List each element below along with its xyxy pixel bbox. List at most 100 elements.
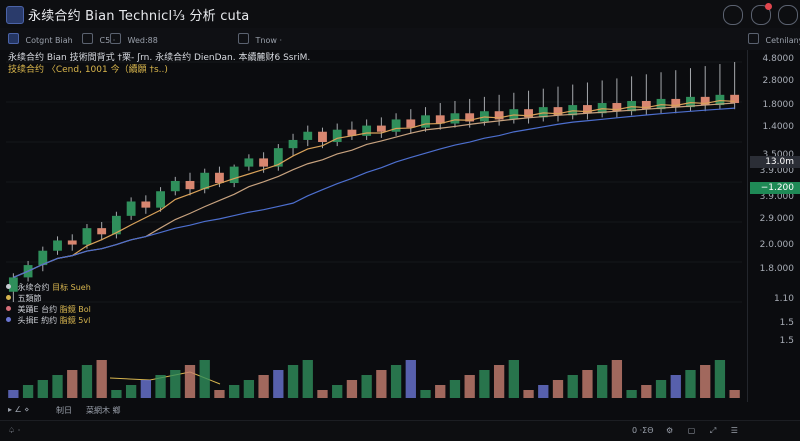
footer-left[interactable]: ♤ · (8, 426, 20, 435)
price-tick-label: 1.8000 (762, 100, 795, 110)
volume-bar (700, 365, 711, 398)
volume-bar (508, 360, 519, 398)
volume-bar (140, 380, 151, 398)
footer-window-icon[interactable]: ▢ (688, 426, 696, 435)
candle-body (53, 240, 62, 251)
footer-expand-icon[interactable]: ⤢ (710, 426, 716, 435)
current-price-value: 13.0m (765, 157, 794, 167)
volume-bar (273, 370, 284, 398)
candle-body (67, 240, 77, 245)
candle-body (215, 172, 224, 184)
volume-bar (729, 390, 740, 398)
legend-row-4: 头揖E 約约 脂鏡 5vl (6, 315, 91, 326)
interval-icon (82, 33, 93, 44)
price-tick-label: 1.5 (779, 318, 794, 328)
candle-body (82, 228, 92, 245)
symbol-selector[interactable]: Cotgnt Biah (8, 33, 73, 45)
candle-body (376, 125, 386, 132)
footer-icons[interactable]: ⚙ ▢ ⤢ ☰ (666, 426, 738, 436)
bottom-label-1[interactable]: 制日 (56, 405, 72, 416)
volume-bar (405, 360, 416, 398)
candle-body (303, 131, 313, 140)
bottom-label-2[interactable]: 菜網木 鄉 (86, 405, 121, 416)
candle-body (362, 125, 372, 136)
help-icon[interactable] (723, 5, 743, 25)
volume-bar (493, 365, 505, 398)
volume-bar (714, 360, 726, 398)
volume-bar (670, 375, 681, 398)
volume-bar (37, 380, 48, 398)
view-label: Wed:88 (127, 36, 158, 45)
candle-body (170, 180, 180, 192)
volume-bar (435, 385, 446, 398)
legend-row-3: 美踊E 台约 脂鏡 Bol (6, 304, 91, 315)
chart-header-line-1: 永续合约 Bian 技術間背式 †栗- ʃrn. 永续合约 DienDan. 本… (8, 53, 311, 63)
candle-body (185, 180, 195, 190)
candle-body (450, 113, 460, 124)
settings-label: Cetnilany (765, 36, 800, 45)
candle-body (141, 201, 151, 208)
price-axis[interactable]: 4.8000 2.8000 1.8000 1.4000 3.5000 3.9.000 3.9… (747, 50, 800, 402)
volume-bar (125, 385, 137, 398)
footer-settings-icon[interactable]: ⚙ (666, 426, 673, 435)
current-price-tag: 13.0m (750, 156, 800, 168)
candle-body (479, 111, 489, 122)
search-icon (238, 33, 249, 44)
price-tick-label: 1.8.000 (759, 264, 794, 274)
app-logo-icon (6, 6, 24, 24)
volume-bar (96, 360, 107, 398)
volume-bar (685, 370, 696, 398)
settings-button[interactable]: Cetnilany (748, 33, 800, 45)
legend-row4-b: 脂鏡 5vl (59, 316, 91, 325)
notifications-icon[interactable] (751, 3, 772, 25)
chart-header: 永续合约 Bian 技術間背式 †栗- ʃrn. 永续合约 DienDan. 本… (8, 52, 310, 76)
candle-body (421, 115, 430, 128)
volume-bar (111, 390, 122, 398)
footer-time: 0 ·ΣΘ (632, 426, 654, 435)
volume-bar (287, 365, 299, 398)
symbol-label: Cotgnt Biah (25, 36, 73, 45)
chart-header-line-2: 技续合约 〈Cend, 1001 今（續願 †s..) (8, 65, 168, 75)
volume-bar (464, 375, 475, 398)
volume-bar (214, 390, 225, 398)
chart-canvas[interactable] (0, 50, 800, 402)
main-chart-area[interactable] (0, 50, 800, 402)
volume-bar (199, 360, 210, 398)
volume-bar (641, 385, 652, 398)
candle-body (318, 131, 327, 142)
volume-bar (258, 375, 269, 398)
footer: ♤ · 0 ·ΣΘ ⚙ ▢ ⤢ ☰ (0, 420, 800, 441)
volume-bar (479, 370, 490, 398)
candle-body (259, 158, 269, 167)
legend-row1-b: 目标 Sueh (52, 283, 91, 292)
volume-bar (390, 365, 402, 398)
app-title: 永续合约 Bian Technicl⅓ 分析 cuta (28, 9, 250, 24)
volume-bar (611, 360, 623, 398)
volume-bar (8, 390, 19, 398)
candle-body (229, 166, 239, 184)
volume-bar (81, 365, 93, 398)
legend-row-1: 永续合约 目标 Sueh (6, 282, 91, 293)
price-tick-label: 2.9.000 (759, 214, 794, 224)
volume-bar (567, 375, 578, 398)
toolbar: Cotgnt Biah C5 · Wed:88 Tnow · Cetnilany (0, 28, 800, 51)
volume-bar (155, 375, 166, 398)
volume-bar (626, 390, 637, 398)
legend-row3-a: 美踊E 台约 (17, 305, 58, 314)
volume-bar (302, 360, 313, 398)
candle-body (156, 191, 165, 208)
legend-row2: 五類節 (17, 294, 42, 303)
bottom-controls[interactable]: ▸ ∠ ⋄ (8, 405, 29, 414)
volume-bar (552, 380, 564, 398)
footer-menu-icon[interactable]: ☰ (731, 426, 738, 435)
tool-search-label: Tnow · (255, 36, 283, 45)
volume-bar (361, 375, 372, 398)
candle-body (288, 139, 298, 149)
legend-swatch-3 (6, 306, 11, 311)
tool-search[interactable]: Tnow · (238, 33, 282, 45)
legend-swatch-1 (6, 284, 11, 289)
title-bar: 永续合约 Bian Technicl⅓ 分析 cuta (0, 0, 800, 29)
profile-icon[interactable] (778, 5, 798, 25)
volume-bar (376, 370, 387, 398)
view-selector[interactable]: Wed:88 (110, 33, 158, 45)
